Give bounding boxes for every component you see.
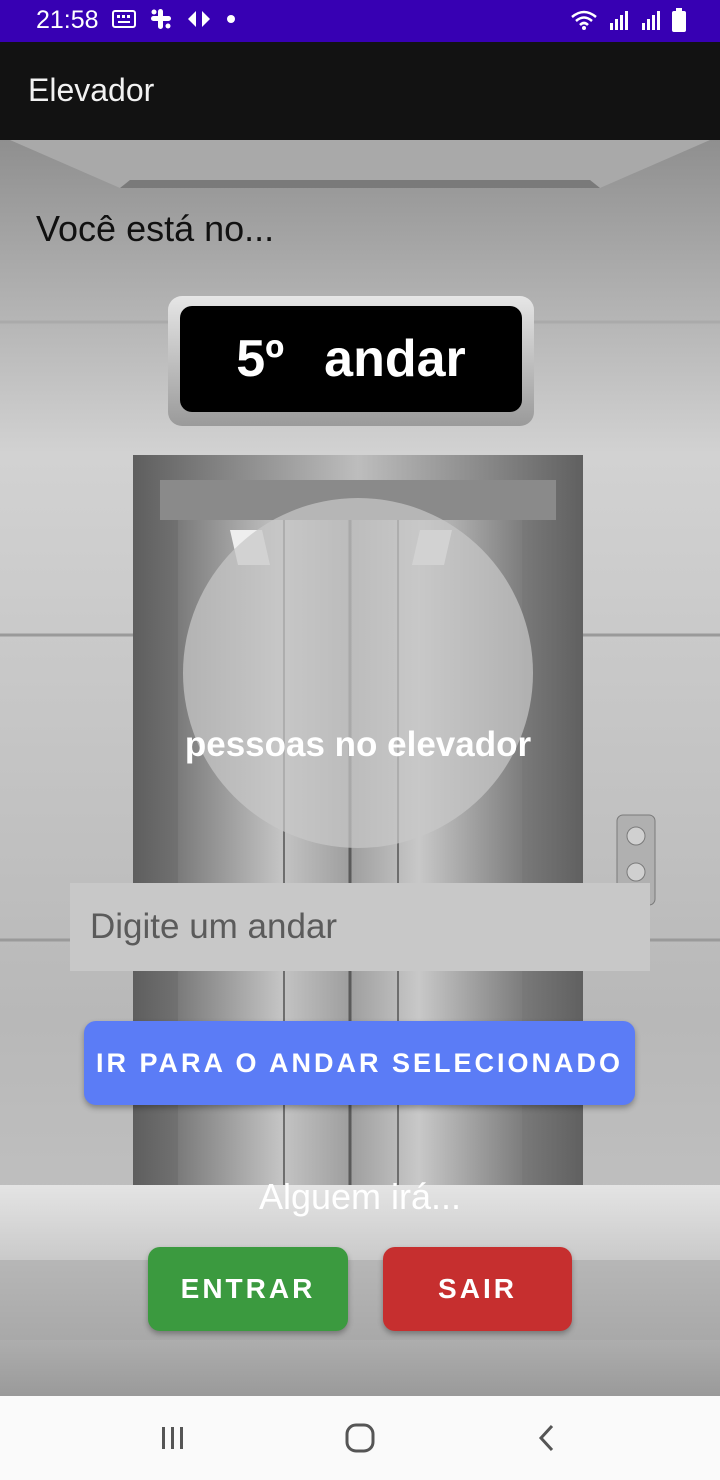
signal-icon <box>610 11 628 30</box>
someone-will-text: Alguem irá... <box>258 1176 462 1217</box>
app-bar: Elevador <box>0 42 720 140</box>
wifi-icon <box>571 10 597 30</box>
floor-number: 5º <box>236 330 285 388</box>
go-to-floor-button[interactable]: IR PARA O ANDAR SELECIONADO <box>84 1021 635 1105</box>
status-time: 21:58 <box>36 6 99 34</box>
floor-input[interactable] <box>70 883 650 971</box>
screen: 21:58 Elevador Você está no... 5º andar … <box>0 0 720 1480</box>
back-icon <box>538 1424 554 1452</box>
back-button[interactable] <box>517 1414 577 1462</box>
recent-apps-icon <box>162 1427 183 1449</box>
people-count-circle: pessoas no elevador <box>183 498 533 848</box>
battery-icon <box>672 8 686 32</box>
floor-display: 5º andar <box>180 306 522 412</box>
home-icon <box>345 1423 375 1453</box>
carrefour-icon <box>188 11 210 27</box>
dot-icon <box>227 15 235 23</box>
floor-display-panel: 5º andar <box>168 296 534 426</box>
status-bar: 21:58 <box>0 0 720 42</box>
slack-icon <box>151 9 171 29</box>
signal-icon <box>642 11 660 30</box>
exit-button[interactable]: SAIR <box>383 1247 572 1331</box>
app-title: Elevador <box>28 72 155 108</box>
system-status-icons <box>570 8 686 32</box>
keyboard-icon <box>112 10 136 28</box>
main-content: Você está no... 5º andar pessoas no elev… <box>0 140 720 1396</box>
people-count-label: pessoas no elevador <box>184 725 532 764</box>
recent-apps-button[interactable] <box>143 1414 203 1462</box>
notification-icons <box>112 8 236 30</box>
enter-button[interactable]: ENTRAR <box>148 1247 348 1331</box>
home-button[interactable] <box>330 1414 390 1462</box>
navigation-bar <box>0 1396 720 1480</box>
location-intro-text: Você está no... <box>36 208 275 249</box>
floor-word: andar <box>324 330 466 388</box>
